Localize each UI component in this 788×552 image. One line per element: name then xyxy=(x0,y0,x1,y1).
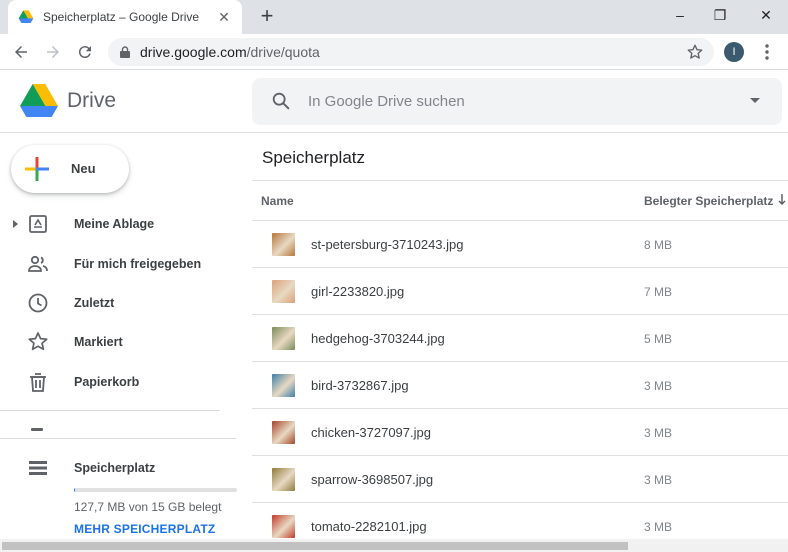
forward-icon[interactable] xyxy=(41,40,65,64)
file-name: sparrow-3698507.jpg xyxy=(311,472,434,487)
file-size: 3 MB xyxy=(644,520,673,534)
drive-header: Drive In Google Drive suchen xyxy=(0,71,788,133)
sidebar-divider xyxy=(0,410,220,411)
table-row[interactable]: sparrow-3698507.jpg 3 MB xyxy=(252,456,788,503)
file-name: st-petersburg-3710243.jpg xyxy=(311,237,464,252)
sidebar-item-label: Zuletzt xyxy=(74,296,115,310)
partial-icon xyxy=(31,428,43,431)
scrollbar-thumb[interactable] xyxy=(2,542,628,550)
sidebar-item-label: Papierkorb xyxy=(74,375,140,389)
sidebar-item-trash[interactable]: Papierkorb xyxy=(0,364,248,400)
sidebar-item-label: Speicherplatz xyxy=(74,461,156,475)
table-row[interactable]: tomato-2282101.jpg 3 MB xyxy=(252,503,788,539)
search-box[interactable]: In Google Drive suchen xyxy=(252,78,782,125)
url-text: drive.google.com/drive/quota xyxy=(140,44,320,60)
plus-icon xyxy=(25,157,49,181)
more-storage-link[interactable]: MEHR SPEICHERPLATZ xyxy=(74,522,215,536)
image-thumbnail xyxy=(272,421,295,444)
search-input[interactable]: In Google Drive suchen xyxy=(308,93,465,110)
sidebar-item-label: Markiert xyxy=(74,335,123,349)
restore-icon[interactable]: ❐ xyxy=(706,3,734,27)
file-size: 3 MB xyxy=(644,426,673,440)
table-row[interactable]: girl-2233820.jpg 7 MB xyxy=(252,268,788,315)
search-options-dropdown-icon[interactable] xyxy=(750,98,760,103)
table-header: Name Belegter Speicherplatz xyxy=(252,180,788,221)
back-icon[interactable] xyxy=(9,40,33,64)
sidebar-item-label: Für mich freigegeben xyxy=(74,257,202,271)
new-tab-button[interactable]: + xyxy=(256,4,278,28)
sidebar: Neu Meine Ablage Für mich freigegeben Zu… xyxy=(0,133,248,552)
table-row[interactable]: chicken-3727097.jpg 3 MB xyxy=(252,409,788,456)
trash-icon xyxy=(30,373,46,392)
table-row[interactable]: bird-3732867.jpg 3 MB xyxy=(252,362,788,409)
sidebar-item-starred[interactable]: Markiert xyxy=(0,324,248,360)
drive-favicon-icon xyxy=(18,10,34,23)
tab-title: Speicherplatz – Google Drive xyxy=(43,10,200,24)
storage-quota-fill xyxy=(74,488,76,492)
file-name: tomato-2282101.jpg xyxy=(311,519,427,534)
window-close-icon[interactable]: ✕ xyxy=(752,3,780,27)
browser-toolbar: drive.google.com/drive/quota I xyxy=(0,34,788,70)
storage-icon xyxy=(29,461,47,475)
app-name[interactable]: Drive xyxy=(67,89,116,113)
file-size: 3 MB xyxy=(644,473,673,487)
sort-down-arrow-icon[interactable] xyxy=(778,194,786,206)
browser-tabstrip: Speicherplatz – Google Drive ✕ + – ❐ ✕ xyxy=(0,0,788,34)
image-thumbnail xyxy=(272,327,295,350)
address-bar[interactable]: drive.google.com/drive/quota xyxy=(108,38,714,66)
storage-quota-text: 127,7 MB von 15 GB belegt xyxy=(74,500,222,514)
minimize-icon[interactable]: – xyxy=(666,3,694,27)
tab-close-icon[interactable]: ✕ xyxy=(216,9,232,26)
star-icon xyxy=(28,332,48,351)
lock-icon xyxy=(120,46,130,58)
storage-quota-bar xyxy=(74,488,237,492)
column-header-storage-used[interactable]: Belegter Speicherplatz xyxy=(644,194,773,208)
table-row[interactable]: st-petersburg-3710243.jpg 8 MB xyxy=(252,221,788,268)
column-header-name[interactable]: Name xyxy=(261,194,294,208)
table-row[interactable]: hedgehog-3703244.jpg 5 MB xyxy=(252,315,788,362)
file-size: 5 MB xyxy=(644,332,673,346)
image-thumbnail xyxy=(272,280,295,303)
file-name: bird-3732867.jpg xyxy=(311,378,409,393)
image-thumbnail xyxy=(272,468,295,491)
sidebar-item-shared-with-me[interactable]: Für mich freigegeben xyxy=(0,246,248,282)
file-size: 8 MB xyxy=(644,238,673,252)
shared-people-icon xyxy=(28,255,48,272)
page-title: Speicherplatz xyxy=(262,148,366,167)
drive-logo-icon[interactable] xyxy=(20,84,58,117)
new-button-label: Neu xyxy=(71,161,96,176)
image-thumbnail xyxy=(272,374,295,397)
file-size: 7 MB xyxy=(644,285,673,299)
sidebar-item-recent[interactable]: Zuletzt xyxy=(0,285,248,321)
sidebar-item-storage[interactable]: Speicherplatz xyxy=(0,450,248,486)
expand-arrow-icon[interactable] xyxy=(13,220,18,228)
image-thumbnail xyxy=(272,515,295,538)
file-size: 3 MB xyxy=(644,379,673,393)
main-content: Speicherplatz Name Belegter Speicherplat… xyxy=(252,133,788,539)
sidebar-item-label: Meine Ablage xyxy=(74,217,155,231)
image-thumbnail xyxy=(272,233,295,256)
browser-menu-icon[interactable] xyxy=(757,42,777,62)
file-name: hedgehog-3703244.jpg xyxy=(311,331,445,346)
sidebar-divider xyxy=(0,438,236,439)
clock-icon xyxy=(28,293,48,313)
file-name: girl-2233820.jpg xyxy=(311,284,405,299)
new-button[interactable]: Neu xyxy=(11,145,129,193)
file-name: chicken-3727097.jpg xyxy=(311,425,431,440)
sidebar-item-my-drive[interactable]: Meine Ablage xyxy=(0,206,248,242)
profile-avatar[interactable]: I xyxy=(724,42,744,62)
horizontal-scrollbar[interactable] xyxy=(0,539,788,552)
browser-tab[interactable]: Speicherplatz – Google Drive ✕ xyxy=(8,0,242,34)
reload-icon[interactable] xyxy=(73,40,97,64)
my-drive-icon xyxy=(29,215,47,233)
search-icon[interactable] xyxy=(270,90,292,112)
bookmark-star-icon[interactable] xyxy=(686,43,704,61)
